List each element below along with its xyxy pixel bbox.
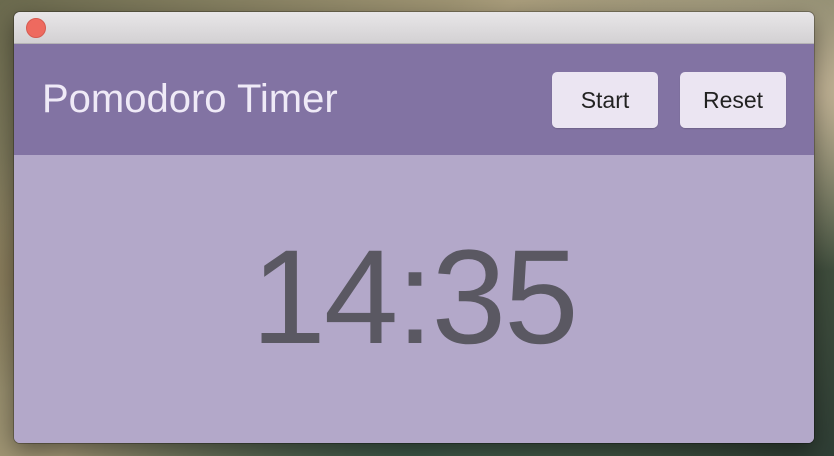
timer-display: 14:35 [251,223,578,372]
app-header: Pomodoro Timer Start Reset [14,44,814,155]
start-button[interactable]: Start [552,72,658,128]
timer-panel: 14:35 [14,155,814,443]
window-titlebar [14,12,814,44]
reset-button[interactable]: Reset [680,72,786,128]
close-window-button[interactable] [26,18,46,38]
desktop-background: Pomodoro Timer Start Reset 14:35 [0,0,834,456]
app-title: Pomodoro Timer [42,77,338,121]
app-window: Pomodoro Timer Start Reset 14:35 [14,12,814,443]
